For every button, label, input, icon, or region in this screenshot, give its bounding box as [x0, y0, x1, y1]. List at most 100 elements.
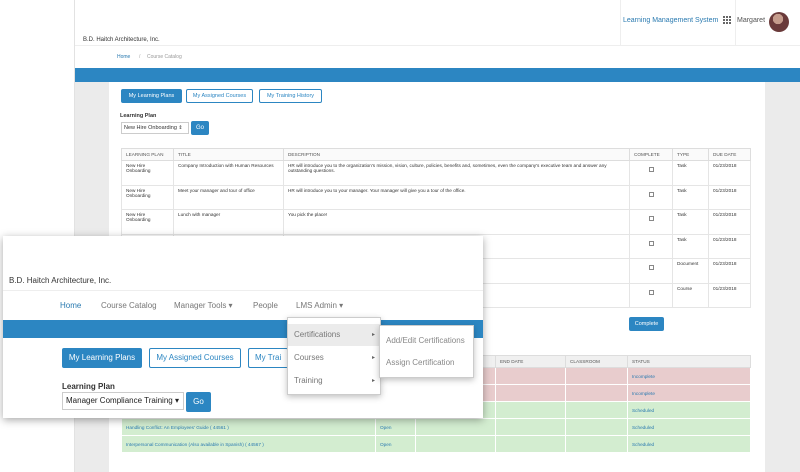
nav-course-catalog[interactable]: Course Catalog: [101, 301, 157, 310]
caret-right-icon: ▸: [371, 378, 375, 384]
divider: [620, 0, 621, 46]
go-button[interactable]: Go: [191, 121, 209, 135]
nav-home[interactable]: Home: [60, 301, 81, 310]
cell-classroom: [565, 384, 628, 402]
caret-right-icon: ▸: [371, 355, 375, 361]
cell-open[interactable]: Open: [375, 435, 416, 453]
complete-checkbox[interactable]: [648, 240, 654, 246]
complete-checkbox[interactable]: [648, 289, 654, 295]
cell-type: Task: [672, 160, 709, 186]
select-arrows-icon: ⇕: [178, 125, 183, 131]
cell-description: HR will introduce you to the organizatio…: [283, 160, 630, 186]
cell-classroom: [565, 418, 628, 436]
menu-item-training[interactable]: Training ▸: [288, 370, 380, 392]
cell-classroom: [565, 401, 628, 419]
breadcrumb: Home / Course Catalog: [75, 47, 800, 67]
lms-admin-menu: Certifications ▸ Courses ▸ Training ▸: [287, 317, 381, 395]
col-header[interactable]: TITLE: [173, 148, 284, 161]
tab-my-assigned-courses[interactable]: My Assigned Courses: [149, 348, 241, 368]
menu-item-label: Training: [294, 376, 323, 385]
col-header[interactable]: END DATE: [495, 355, 566, 368]
cell-status[interactable]: Scheduled: [627, 418, 751, 436]
caret-right-icon: ▸: [371, 332, 375, 338]
cell-status[interactable]: Scheduled: [627, 401, 751, 419]
cell-status[interactable]: Incomplete: [627, 384, 751, 402]
cell-start: [415, 418, 496, 436]
cell-due: 01/23/2018: [708, 258, 751, 284]
nav-people[interactable]: People: [253, 301, 278, 310]
col-header[interactable]: TYPE: [672, 148, 709, 161]
cell-plan: New Hire Onboarding: [121, 160, 174, 186]
complete-checkbox[interactable]: [648, 216, 654, 221]
cell-course[interactable]: Handling Conflict: An Employees' Guide (…: [121, 418, 376, 436]
cell-open[interactable]: Open: [375, 418, 416, 436]
cell-type: Task: [672, 233, 709, 259]
cell-type: Task: [672, 209, 709, 235]
cell-description: You pick the place!: [283, 209, 630, 235]
cell-due: 01/23/2018: [708, 160, 751, 186]
col-header[interactable]: DUE DATE: [708, 148, 751, 161]
cell-title: Company Introduction with Human Resource…: [173, 160, 284, 186]
cell-start: [415, 435, 496, 453]
go-button[interactable]: Go: [186, 392, 211, 412]
submenu-add-edit-certifications[interactable]: Add/Edit Certifications: [386, 336, 465, 345]
menu-item-certifications[interactable]: Certifications ▸: [288, 324, 380, 346]
company-name: B.D. Haitch Architecture, Inc.: [83, 37, 160, 43]
tab-my-training-history[interactable]: My Training History: [259, 89, 322, 103]
breadcrumb-current: Course Catalog: [147, 54, 182, 60]
cell-due: 01/23/2018: [708, 184, 751, 210]
complete-checkbox[interactable]: [648, 191, 654, 197]
complete-button[interactable]: Complete: [629, 317, 664, 331]
cell-title: Lunch with manager: [173, 209, 284, 235]
col-header[interactable]: CLASSROOM: [565, 355, 628, 368]
cell-status[interactable]: Incomplete: [627, 367, 751, 385]
col-header[interactable]: COMPLETE: [629, 148, 673, 161]
complete-checkbox[interactable]: [648, 167, 654, 172]
cell-complete: [629, 209, 673, 235]
tab-my-learning-plans[interactable]: My Learning Plans: [62, 348, 142, 368]
certifications-submenu: Add/Edit Certifications Assign Certifica…: [379, 325, 474, 378]
cell-end: [495, 401, 566, 419]
col-header[interactable]: STATUS: [627, 355, 751, 368]
cell-end: [495, 435, 566, 453]
cell-plan: New Hire Onboarding: [121, 209, 174, 235]
blue-banner: [75, 68, 800, 82]
cell-course[interactable]: Interpersonal Communication (Also availa…: [121, 435, 376, 453]
cell-due: 01/23/2018: [708, 209, 751, 235]
cell-complete: [629, 282, 673, 308]
cell-complete: [629, 258, 673, 284]
cell-complete: [629, 184, 673, 210]
app-title[interactable]: Learning Management System: [623, 17, 718, 24]
nav-lms-admin[interactable]: LMS Admin ▾: [296, 301, 343, 310]
cell-due: 01/23/2018: [708, 282, 751, 308]
col-header[interactable]: LEARNING PLAN: [121, 148, 174, 161]
tab-my-assigned-courses[interactable]: My Assigned Courses: [186, 89, 253, 103]
divider: [3, 290, 483, 291]
table-row: Handling Conflict: An Employees' Guide (…: [121, 418, 751, 436]
cell-end: [495, 384, 566, 402]
cell-type: Document: [672, 258, 709, 284]
cell-complete: [629, 233, 673, 259]
table-row: Interpersonal Communication (Also availa…: [121, 435, 751, 453]
menu-item-label: Courses: [294, 353, 324, 362]
learning-plan-label: Learning Plan: [120, 113, 157, 119]
cell-end: [495, 418, 566, 436]
col-header[interactable]: DESCRIPTION: [283, 148, 630, 161]
complete-checkbox[interactable]: [648, 265, 654, 270]
apps-grid-icon[interactable]: [723, 16, 731, 24]
user-name[interactable]: Margaret: [737, 17, 765, 24]
learning-plan-select[interactable]: Manager Compliance Training ▾: [62, 392, 184, 410]
cell-status[interactable]: Scheduled: [627, 435, 751, 453]
cell-type: Course: [672, 282, 709, 308]
divider: [735, 0, 736, 46]
nav-manager-tools[interactable]: Manager Tools ▾: [174, 301, 233, 310]
menu-item-courses[interactable]: Courses ▸: [288, 347, 380, 369]
learning-plan-select[interactable]: New Hire Onboarding ⇕: [121, 122, 189, 134]
breadcrumb-home[interactable]: Home: [117, 54, 130, 60]
tab-my-learning-plans[interactable]: My Learning Plans: [121, 89, 182, 103]
tab-my-training-history[interactable]: My Trai: [248, 348, 288, 368]
cell-title: Meet your manager and tour of office: [173, 184, 284, 210]
submenu-assign-certification[interactable]: Assign Certification: [386, 358, 454, 367]
cell-classroom: [565, 435, 628, 453]
avatar[interactable]: [769, 12, 789, 32]
